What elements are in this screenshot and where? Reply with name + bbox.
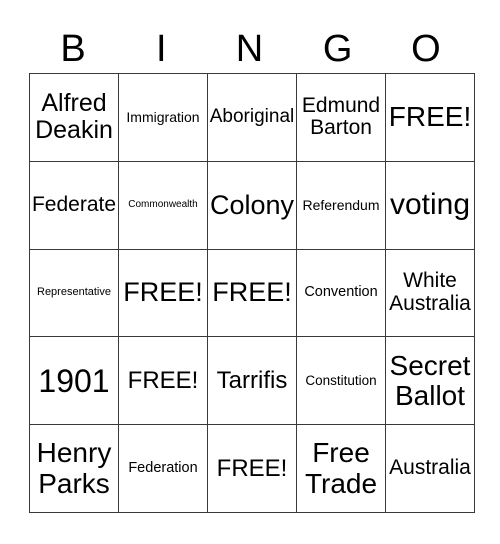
free-cell[interactable]: FREE! [207, 424, 297, 513]
free-cell[interactable]: FREE! [118, 248, 208, 338]
board-row: Alfred Deakin Immigration Aboriginal Edmu… [29, 73, 475, 162]
bingo-cell[interactable]: Convention [296, 248, 386, 338]
header-letter-n: N [235, 28, 264, 70]
bingo-cell[interactable]: Federate [29, 160, 119, 250]
free-cell[interactable]: FREE! [207, 248, 297, 338]
bingo-cell[interactable]: Constitution [296, 336, 386, 426]
bingo-cell[interactable]: Immigration [118, 73, 208, 162]
bingo-cell[interactable]: Commonwealth [118, 160, 208, 250]
bingo-cell[interactable]: White Australia [385, 248, 475, 338]
free-cell[interactable]: FREE! [385, 73, 475, 162]
bingo-cell[interactable]: Federation [118, 424, 208, 513]
free-cell[interactable]: FREE! [118, 336, 208, 426]
board-row: Representative FREE! FREE! Convention Wh… [29, 248, 475, 338]
bingo-cell[interactable]: Free Trade [296, 424, 386, 513]
bingo-cell[interactable]: Referendum [296, 160, 386, 250]
header-letter-o: O [411, 28, 441, 70]
bingo-cell[interactable]: Alfred Deakin [29, 73, 119, 162]
bingo-cell[interactable]: 1901 [29, 336, 119, 426]
board-row: Federate Commonwealth Colony Referendum … [29, 160, 475, 250]
board-row: 1901 FREE! Tarrifis Constitution Secret B… [29, 336, 475, 426]
bingo-cell[interactable]: Henry Parks [29, 424, 119, 513]
bingo-cell[interactable]: Secret Ballot [385, 336, 475, 426]
bingo-cell[interactable]: Representative [29, 248, 119, 338]
bingo-header: B I N G O [29, 24, 470, 74]
header-letter-i: I [156, 28, 167, 70]
bingo-cell[interactable]: Aboriginal [207, 73, 297, 162]
bingo-cell[interactable]: Colony [207, 160, 297, 250]
bingo-cell[interactable]: Australia [385, 424, 475, 513]
bingo-card: Alfred Deakin Immigration Aboriginal Edmu… [29, 73, 475, 513]
board-row: Henry Parks Federation FREE! Free Trade Au… [29, 424, 475, 513]
header-letter-b: B [60, 28, 86, 70]
bingo-cell[interactable]: Edmund Barton [296, 73, 386, 162]
bingo-cell[interactable]: voting [385, 160, 475, 250]
bingo-cell[interactable]: Tarrifis [207, 336, 297, 426]
header-letter-g: G [322, 28, 353, 70]
